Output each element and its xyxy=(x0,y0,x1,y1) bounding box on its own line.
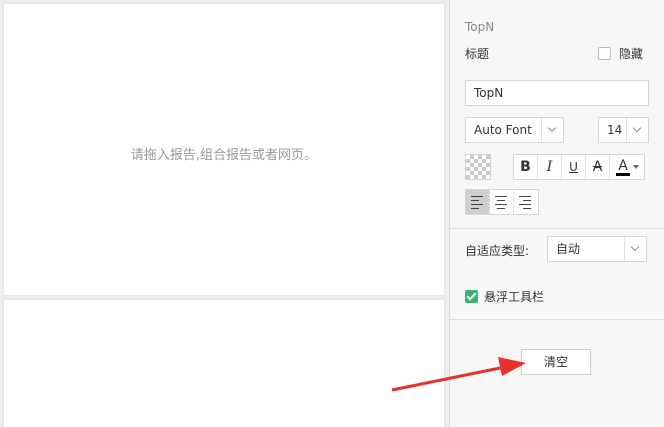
title-label: 标题 xyxy=(465,47,490,61)
text-style-toolbar: B I U A A xyxy=(513,154,645,180)
font-family-value: Auto Font xyxy=(474,123,532,137)
chevron-down-icon[interactable] xyxy=(624,237,646,261)
drop-placeholder: 请拖入报告,组合报告或者网页。 xyxy=(130,148,318,163)
italic-button[interactable]: I xyxy=(538,155,562,179)
align-left-button[interactable] xyxy=(466,190,490,214)
font-color-icon: A xyxy=(616,157,630,176)
font-size-select[interactable]: 14 xyxy=(598,117,649,143)
alignment-toolbar xyxy=(465,189,539,215)
font-color-button[interactable]: A xyxy=(610,155,644,179)
adapt-type-value: 自动 xyxy=(556,242,581,256)
float-toolbar-checkbox[interactable] xyxy=(465,290,478,303)
align-center-button[interactable] xyxy=(490,190,514,214)
float-toolbar-label: 悬浮工具栏 xyxy=(484,290,545,304)
font-size-value: 14 xyxy=(607,123,623,137)
adapt-type-label: 自适应类型: xyxy=(465,244,530,258)
hide-toggle[interactable]: 隐藏 xyxy=(598,45,643,62)
chevron-down-icon[interactable] xyxy=(626,118,648,142)
drop-panel-top[interactable]: 请拖入报告,组合报告或者网页。 xyxy=(3,3,445,296)
settings-sidebar: TopN 标题 隐藏 TopN Auto Font 14 B I U A A 自… xyxy=(449,0,664,427)
clear-button[interactable]: 清空 xyxy=(521,349,591,375)
float-toolbar-toggle[interactable]: 悬浮工具栏 xyxy=(465,288,544,305)
report-canvas: 请拖入报告,组合报告或者网页。 xyxy=(0,0,450,427)
strikethrough-button[interactable]: A xyxy=(586,155,610,179)
divider xyxy=(450,319,664,320)
divider xyxy=(450,228,664,229)
adapt-type-select[interactable]: 自动 xyxy=(547,236,647,262)
hide-label: 隐藏 xyxy=(619,47,644,61)
title-input[interactable]: TopN xyxy=(465,80,649,106)
chevron-down-icon[interactable] xyxy=(541,118,563,142)
underline-button[interactable]: U xyxy=(562,155,586,179)
drop-panel-bottom[interactable] xyxy=(3,299,445,427)
hide-checkbox[interactable] xyxy=(598,47,611,60)
bold-button[interactable]: B xyxy=(514,155,538,179)
component-name: TopN xyxy=(465,20,495,34)
font-family-select[interactable]: Auto Font xyxy=(465,117,564,143)
background-color-picker[interactable] xyxy=(465,154,491,180)
caret-down-icon xyxy=(633,165,639,169)
align-right-button[interactable] xyxy=(514,190,538,214)
